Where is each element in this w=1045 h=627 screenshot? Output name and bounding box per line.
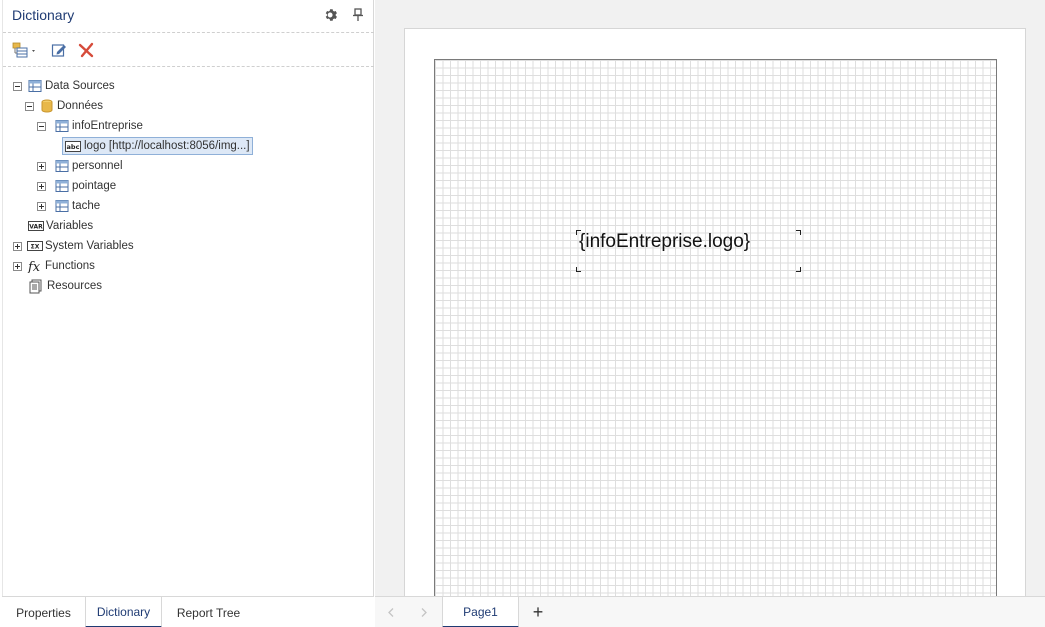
database-icon bbox=[40, 99, 54, 113]
collapse-toggle[interactable] bbox=[25, 101, 34, 111]
gear-icon[interactable] bbox=[323, 7, 339, 23]
page-grid[interactable]: {infoEntreprise.logo} bbox=[434, 59, 997, 597]
edit-icon bbox=[51, 44, 66, 57]
svg-text:abc: abc bbox=[67, 143, 80, 151]
pin-icon[interactable] bbox=[350, 7, 366, 23]
tree-node-personnel[interactable]: personnel bbox=[37, 156, 123, 176]
designer-canvas: {infoEntreprise.logo} bbox=[375, 0, 1045, 597]
system-variables-icon: ΣX bbox=[27, 239, 43, 253]
tree-node-info-entreprise[interactable]: infoEntreprise bbox=[37, 116, 143, 136]
tree-node-variables[interactable]: VAR Variables bbox=[28, 216, 93, 236]
variables-icon: VAR bbox=[28, 219, 44, 233]
panel-title: Dictionary bbox=[12, 7, 75, 23]
collapse-toggle[interactable] bbox=[37, 121, 46, 131]
next-page-icon[interactable] bbox=[418, 606, 430, 618]
new-item-dropdown-icon bbox=[12, 42, 35, 58]
resize-handle[interactable] bbox=[796, 230, 801, 235]
collapse-toggle[interactable] bbox=[13, 81, 22, 91]
delete-icon bbox=[78, 42, 94, 58]
tree-node-pointage[interactable]: pointage bbox=[37, 176, 116, 196]
expand-toggle[interactable] bbox=[37, 161, 46, 171]
new-item-dropdown-button[interactable] bbox=[11, 40, 39, 60]
svg-text:fx: fx bbox=[27, 260, 41, 273]
expand-toggle[interactable] bbox=[37, 201, 46, 211]
panel-tabs: Properties Dictionary Report Tree bbox=[2, 596, 374, 627]
component-text: {infoEntreprise.logo} bbox=[579, 231, 751, 252]
table-icon bbox=[55, 199, 69, 213]
text-column-icon: abc bbox=[65, 139, 81, 153]
tree-node-tache[interactable]: tache bbox=[37, 196, 100, 216]
expand-toggle[interactable] bbox=[13, 241, 22, 251]
tab-properties[interactable]: Properties bbox=[2, 597, 85, 627]
page-tabs-bar: Page1 + bbox=[375, 596, 1045, 627]
text-component[interactable]: {infoEntreprise.logo} bbox=[576, 230, 801, 272]
table-icon bbox=[55, 179, 69, 193]
resize-handle[interactable] bbox=[796, 267, 801, 272]
tab-page1[interactable]: Page1 bbox=[442, 597, 519, 627]
previous-page-icon[interactable] bbox=[385, 606, 397, 618]
tree-node-system-variables[interactable]: ΣX System Variables bbox=[13, 236, 134, 256]
resources-icon bbox=[29, 279, 43, 293]
dictionary-panel: Dictionary Data Sources Données infoEntr… bbox=[2, 0, 374, 627]
tree-node-data-sources[interactable]: Data Sources bbox=[13, 76, 115, 96]
report-page: {infoEntreprise.logo} bbox=[404, 28, 1026, 597]
svg-text:ΣX: ΣX bbox=[31, 244, 40, 251]
tree-node-donnees[interactable]: Données bbox=[25, 96, 103, 116]
resize-handle[interactable] bbox=[576, 267, 581, 272]
table-icon bbox=[28, 79, 42, 93]
dictionary-header: Dictionary bbox=[3, 0, 374, 33]
table-icon bbox=[55, 159, 69, 173]
tree-node-functions[interactable]: fx Functions bbox=[13, 256, 95, 276]
dictionary-toolbar bbox=[3, 34, 374, 67]
expand-toggle[interactable] bbox=[37, 181, 46, 191]
function-icon: fx bbox=[27, 259, 41, 273]
expand-toggle[interactable] bbox=[13, 261, 22, 271]
tree-node-logo[interactable]: abc logo [http://localhost:8056/img...] bbox=[62, 137, 253, 155]
svg-text:VAR: VAR bbox=[29, 224, 43, 231]
table-icon bbox=[55, 119, 69, 133]
edit-button[interactable] bbox=[50, 40, 68, 60]
tree-node-resources[interactable]: Resources bbox=[29, 276, 102, 296]
delete-button[interactable] bbox=[77, 40, 95, 60]
tab-report-tree[interactable]: Report Tree bbox=[162, 597, 255, 627]
add-page-icon[interactable]: + bbox=[530, 603, 546, 621]
tab-dictionary[interactable]: Dictionary bbox=[85, 597, 162, 627]
